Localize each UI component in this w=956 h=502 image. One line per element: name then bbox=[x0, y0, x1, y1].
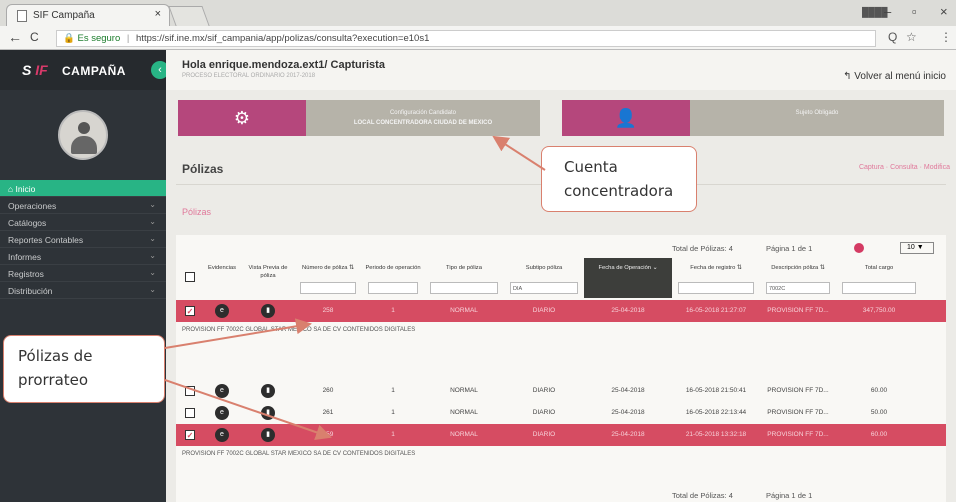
arrow-to-row-258 bbox=[164, 318, 312, 349]
annotation-arrows bbox=[164, 135, 546, 440]
arrow-to-row-259 bbox=[164, 379, 332, 440]
arrow-to-concentradora bbox=[492, 135, 546, 171]
screen: SIF Campaña × ████ – ▫ × ← C 🔒 Es seguro… bbox=[0, 0, 956, 502]
